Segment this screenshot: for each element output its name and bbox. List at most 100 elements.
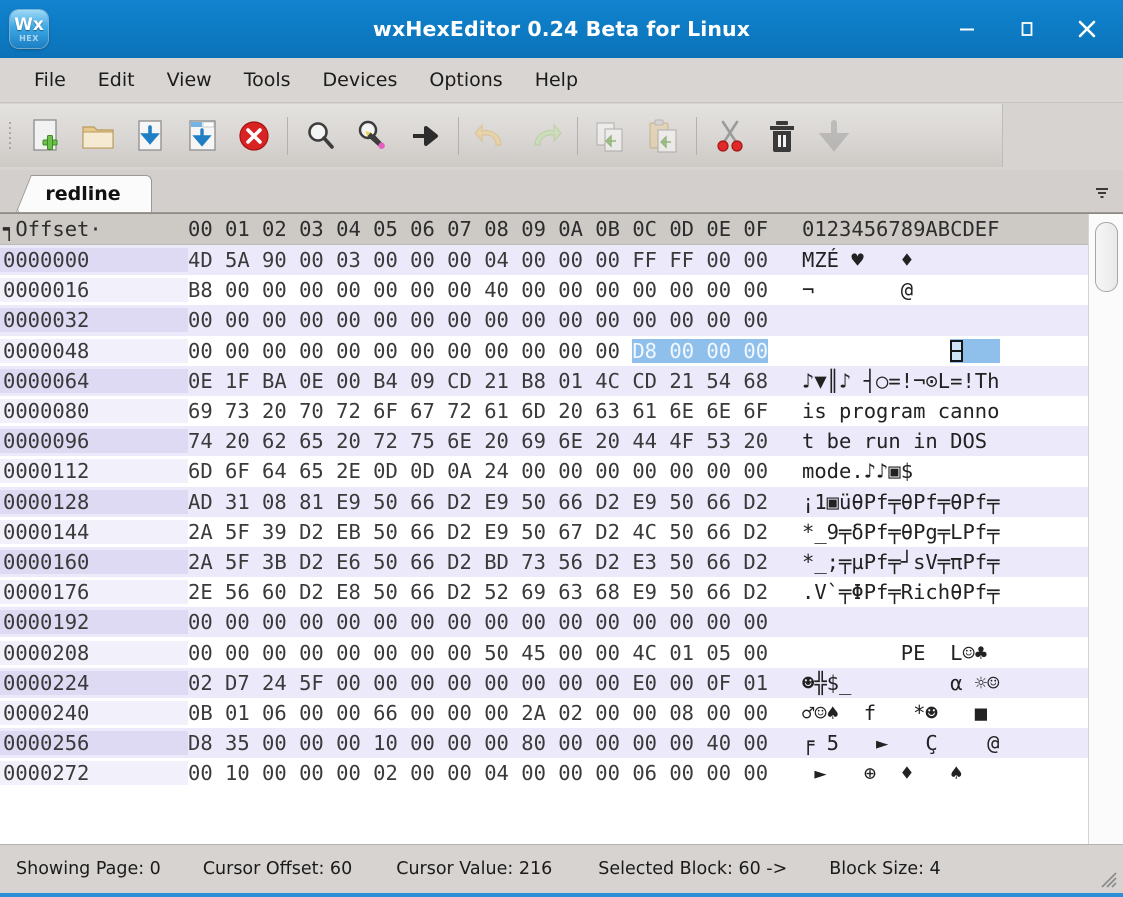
hex-row-ascii[interactable]: MZÉ ♥ ♦: [798, 248, 1088, 272]
hex-row[interactable]: 0000256 D8 35 00 00 00 10 00 00 00 80 00 …: [0, 728, 1088, 759]
hex-row[interactable]: 0000000 4D 5A 90 00 03 00 00 00 04 00 00 …: [0, 245, 1088, 276]
hex-row-bytes[interactable]: 4D 5A 90 00 03 00 00 00 04 00 00 00 FF F…: [188, 248, 798, 272]
menu-help[interactable]: Help: [519, 65, 594, 95]
hex-row-bytes[interactable]: 2A 5F 3B D2 E6 50 66 D2 BD 73 56 D2 E3 5…: [188, 550, 798, 574]
copy-button[interactable]: [585, 108, 637, 164]
hex-row-offset: 0000208: [0, 640, 188, 665]
hex-row[interactable]: 0000224 02 D7 24 5F 00 00 00 00 00 00 00 …: [0, 667, 1088, 698]
menu-view[interactable]: View: [151, 65, 228, 95]
new-file-button[interactable]: [20, 108, 72, 164]
hex-row-offset: 0000032: [0, 308, 188, 333]
save-file-button[interactable]: [124, 108, 176, 164]
hex-row-bytes[interactable]: 2E 56 60 D2 E8 50 66 D2 52 69 63 68 E9 5…: [188, 580, 798, 604]
minimize-button[interactable]: [937, 1, 997, 57]
hex-row-ascii[interactable]: ☻╬$_ α ☼☺: [798, 671, 1088, 695]
find-button[interactable]: [295, 108, 347, 164]
download-button[interactable]: [808, 108, 860, 164]
hex-row-bytes[interactable]: 02 D7 24 5F 00 00 00 00 00 00 00 00 E0 0…: [188, 671, 798, 695]
hex-row-ascii[interactable]: *_9╤δPf╤θPg╤LPf╤: [798, 520, 1088, 544]
redo-button[interactable]: [518, 108, 570, 164]
menu-file[interactable]: File: [18, 65, 82, 95]
hex-row-offset: 0000160: [0, 549, 188, 574]
hex-row[interactable]: 0000064 0E 1F BA 0E 00 B4 09 CD 21 B8 01 …: [0, 365, 1088, 396]
hex-row[interactable]: 0000128 AD 31 08 81 E9 50 66 D2 E9 50 66 …: [0, 486, 1088, 517]
close-button[interactable]: [1057, 1, 1117, 57]
cut-button[interactable]: [704, 108, 756, 164]
hex-row[interactable]: 0000032 00 00 00 00 00 00 00 00 00 00 00 …: [0, 305, 1088, 336]
hex-row[interactable]: 0000176 2E 56 60 D2 E8 50 66 D2 52 69 63 …: [0, 577, 1088, 608]
hex-row-ascii[interactable]: ╒ 5 ► Ç @: [798, 731, 1088, 755]
hex-row-ascii[interactable]: ► ⊕ ♦ ♠: [798, 761, 1088, 785]
hex-row-bytes[interactable]: 00 00 00 00 00 00 00 00 00 00 00 00 00 0…: [188, 610, 798, 634]
goto-button[interactable]: [399, 108, 451, 164]
find-replace-button[interactable]: [347, 108, 399, 164]
hex-row-bytes[interactable]: D8 35 00 00 00 10 00 00 00 80 00 00 00 0…: [188, 731, 798, 755]
hex-row-ascii[interactable]: is program canno: [798, 399, 1088, 423]
maximize-icon: [1021, 22, 1033, 36]
hex-row-ascii[interactable]: PE L☺♣: [798, 641, 1088, 665]
hex-row[interactable]: 0000096 74 20 62 65 20 72 75 6E 20 69 6E …: [0, 426, 1088, 457]
paste-button[interactable]: [637, 108, 689, 164]
hex-row-bytes[interactable]: 6D 6F 64 65 2E 0D 0D 0A 24 00 00 00 00 0…: [188, 459, 798, 483]
hex-row-bytes[interactable]: 0E 1F BA 0E 00 B4 09 CD 21 B8 01 4C CD 2…: [188, 369, 798, 393]
hex-row[interactable]: 0000160 2A 5F 3B D2 E6 50 66 D2 BD 73 56 …: [0, 546, 1088, 578]
menu-edit[interactable]: Edit: [82, 65, 151, 95]
hex-row[interactable]: 0000016 B8 00 00 00 00 00 00 00 40 00 00 …: [0, 275, 1088, 306]
hex-row-ascii[interactable]: ♪▼║♪ ┤○=!¬⊙L=!Th: [798, 369, 1088, 393]
window-controls: [937, 1, 1117, 57]
hex-row-bytes[interactable]: 0B 01 06 00 00 66 00 00 00 2A 02 00 00 0…: [188, 701, 798, 725]
close-file-button[interactable]: [228, 108, 280, 164]
hex-row-ascii[interactable]: ♂☺♠ f *☻ ■: [798, 701, 1088, 725]
hex-grid[interactable]: ┑Offset· 00 01 02 03 04 05 06 07 08 09 0…: [0, 214, 1088, 844]
hex-row-ascii[interactable]: [798, 338, 1088, 363]
hex-row-ascii[interactable]: ¡1▣üθPf╤θPf╤θPf╤: [798, 490, 1088, 514]
hex-row-bytes[interactable]: 00 10 00 00 00 02 00 00 04 00 00 00 06 0…: [188, 761, 798, 785]
app-icon: Wx HEX: [10, 10, 48, 48]
hex-row-bytes[interactable]: AD 31 08 81 E9 50 66 D2 E9 50 66 D2 E9 5…: [188, 490, 798, 514]
hex-row-bytes[interactable]: 2A 5F 39 D2 EB 50 66 D2 E9 50 67 D2 4C 5…: [188, 520, 798, 544]
magnifier-pencil-icon: [358, 120, 385, 149]
undo-button[interactable]: [466, 108, 518, 164]
hex-row-bytes[interactable]: B8 00 00 00 00 00 00 00 40 00 00 00 00 0…: [188, 278, 798, 302]
hex-row-ascii[interactable]: *_;╤µPf╤┘sV╤πPf╤: [798, 550, 1088, 574]
hex-row-bytes[interactable]: 69 73 20 70 72 6F 67 72 61 6D 20 63 61 6…: [188, 399, 798, 423]
hex-row-ascii[interactable]: ¬ @: [798, 278, 1088, 302]
trash-icon: [770, 120, 794, 152]
hex-row[interactable]: 0000240 0B 01 06 00 00 66 00 00 00 2A 02 …: [0, 697, 1088, 728]
maximize-button[interactable]: [997, 1, 1057, 57]
hex-row[interactable]: 0000080 69 73 20 70 72 6F 67 72 61 6D 20 …: [0, 395, 1088, 427]
hex-header-row: ┑Offset· 00 01 02 03 04 05 06 07 08 09 0…: [0, 214, 1088, 245]
menu-tools[interactable]: Tools: [228, 65, 307, 95]
resize-grip-icon[interactable]: [1098, 869, 1118, 889]
tab-redline[interactable]: redline: [18, 175, 152, 212]
status-showing-page: Showing Page: 0: [16, 859, 161, 879]
hex-row-bytes[interactable]: 00 00 00 00 00 00 00 00 50 45 00 00 4C 0…: [188, 641, 798, 665]
selected-ascii: [950, 338, 1001, 363]
delete-button[interactable]: [756, 108, 808, 164]
menu-devices[interactable]: Devices: [307, 65, 414, 95]
hex-row-ascii[interactable]: mode.♪♪▣$: [798, 459, 1088, 483]
menu-options[interactable]: Options: [413, 65, 518, 95]
close-icon: [1078, 20, 1096, 38]
hex-row[interactable]: 0000144 2A 5F 39 D2 EB 50 66 D2 E9 50 67 …: [0, 516, 1088, 547]
hex-row-bytes[interactable]: 00 00 00 00 00 00 00 00 00 00 00 00 D8 0…: [188, 338, 798, 363]
save-as-button[interactable]: [176, 108, 228, 164]
scrollbar-thumb[interactable]: [1095, 222, 1118, 292]
hex-row[interactable]: 0000208 00 00 00 00 00 00 00 00 50 45 00 …: [0, 637, 1088, 668]
vertical-scrollbar[interactable]: [1088, 214, 1123, 844]
hex-row[interactable]: 0000048 00 00 00 00 00 00 00 00 00 00 00 …: [0, 335, 1088, 366]
hex-row-ascii[interactable]: t be run in DOS: [798, 429, 1088, 453]
hex-row-offset: 0000080: [0, 399, 188, 424]
hex-row-offset: 0000096: [0, 429, 188, 454]
hex-row-ascii[interactable]: .V`╤ΦPf╤RichθPf╤: [798, 580, 1088, 604]
close-red-icon: [239, 120, 269, 151]
hex-row[interactable]: 0000272 00 10 00 00 00 02 00 00 04 00 00 …: [0, 758, 1088, 789]
tab-overflow-button[interactable]: [1093, 186, 1111, 203]
hex-row-bytes[interactable]: 00 00 00 00 00 00 00 00 00 00 00 00 00 0…: [188, 308, 798, 332]
hex-row[interactable]: 0000112 6D 6F 64 65 2E 0D 0D 0A 24 00 00 …: [0, 456, 1088, 487]
window-bottom-edge: [0, 893, 1123, 897]
open-file-button[interactable]: [72, 108, 124, 164]
toolbar-grip[interactable]: [6, 116, 16, 156]
hex-row[interactable]: 0000192 00 00 00 00 00 00 00 00 00 00 00 …: [0, 607, 1088, 638]
hex-row-bytes[interactable]: 74 20 62 65 20 72 75 6E 20 69 6E 20 44 4…: [188, 429, 798, 453]
